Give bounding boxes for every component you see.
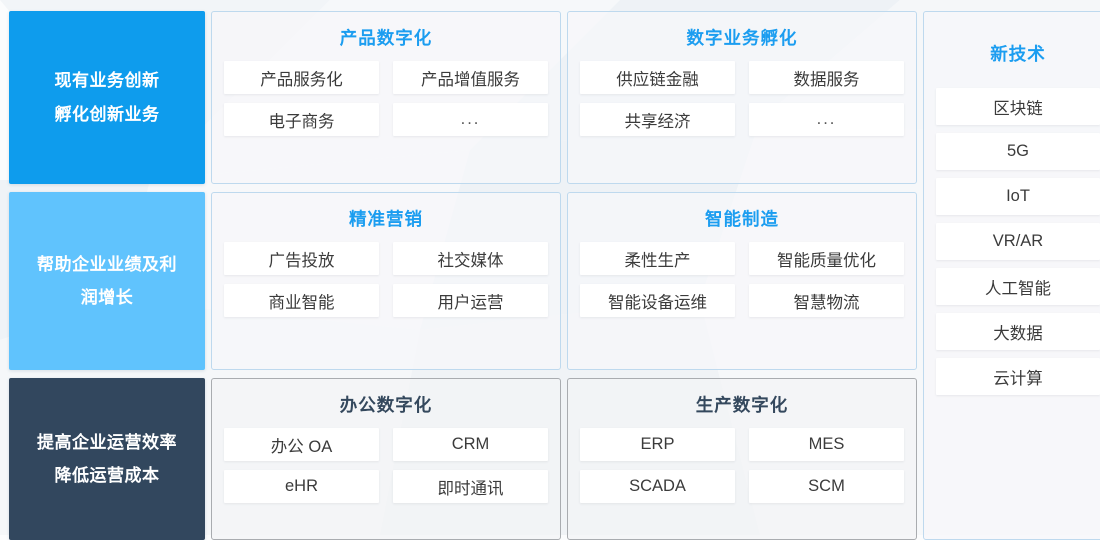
tile[interactable]: ERP (580, 428, 735, 461)
row-label-line: 降低运营成本 (54, 466, 160, 485)
panel-product-digitalization: 产品数字化 产品服务化 产品增值服务 电子商务 ... (211, 11, 561, 184)
row-label-growth: 帮助企业业绩及利 润增长 (9, 192, 205, 370)
tile[interactable]: 办公 OA (224, 428, 379, 461)
tech-item[interactable]: VR/AR (936, 223, 1100, 260)
tech-item[interactable]: 5G (936, 133, 1100, 170)
tech-panel-title: 新技术 (990, 44, 1046, 64)
row-label-innovation: 现有业务创新 孵化创新业务 (9, 11, 205, 184)
tile[interactable]: 智能设备运维 (580, 284, 735, 317)
row-label-efficiency: 提高企业运营效率 降低运营成本 (9, 378, 205, 540)
tile[interactable]: 智慧物流 (749, 284, 904, 317)
tile-grid: 办公 OA CRM eHR 即时通讯 (224, 428, 548, 503)
panel-office-digitalization: 办公数字化 办公 OA CRM eHR 即时通讯 (211, 378, 561, 540)
panel-precision-marketing: 精准营销 广告投放 社交媒体 商业智能 用户运营 (211, 192, 561, 370)
tile[interactable]: 供应链金融 (580, 61, 735, 94)
tile[interactable]: 商业智能 (224, 284, 379, 317)
panel-title: 产品数字化 (339, 28, 433, 48)
tile-grid: 供应链金融 数据服务 共享经济 ... (580, 61, 904, 136)
tech-item[interactable]: IoT (936, 178, 1100, 215)
panel-new-technologies: 新技术 区块链 5G IoT VR/AR 人工智能 大数据 云计算 (923, 11, 1100, 540)
tile[interactable]: 产品服务化 (224, 61, 379, 94)
tile[interactable]: 社交媒体 (393, 242, 548, 275)
tile-grid: ERP MES SCADA SCM (580, 428, 904, 503)
panel-title: 精准营销 (349, 209, 423, 229)
panel-title: 智能制造 (705, 209, 779, 229)
row-label-line: 润增长 (80, 288, 134, 307)
panel-title: 生产数字化 (695, 395, 789, 415)
tile[interactable]: 广告投放 (224, 242, 379, 275)
tile[interactable]: 共享经济 (580, 103, 735, 136)
tile[interactable]: 数据服务 (749, 61, 904, 94)
tile[interactable]: 即时通讯 (393, 470, 548, 503)
digital-transformation-board: 现有业务创新 孵化创新业务 产品数字化 产品服务化 产品增值服务 电子商务 ..… (0, 0, 1100, 540)
tile-more[interactable]: ... (749, 103, 904, 136)
panel-title: 数字业务孵化 (686, 28, 798, 48)
tile[interactable]: 用户运营 (393, 284, 548, 317)
tile[interactable]: MES (749, 428, 904, 461)
tech-item[interactable]: 云计算 (936, 358, 1100, 395)
tech-item[interactable]: 区块链 (936, 88, 1100, 125)
tile[interactable]: 产品增值服务 (393, 61, 548, 94)
tile-grid: 柔性生产 智能质量优化 智能设备运维 智慧物流 (580, 242, 904, 317)
row-label-line: 帮助企业业绩及利 (37, 254, 177, 274)
row-label-line: 现有业务创新 (54, 71, 160, 91)
row-label-line: 孵化创新业务 (54, 104, 160, 124)
tech-list: 区块链 5G IoT VR/AR 人工智能 大数据 云计算 (936, 88, 1100, 527)
tech-item[interactable]: 人工智能 (936, 268, 1100, 305)
tile-grid: 广告投放 社交媒体 商业智能 用户运营 (224, 242, 548, 317)
tile[interactable]: SCADA (580, 470, 735, 503)
panel-production-digitalization: 生产数字化 ERP MES SCADA SCM (567, 378, 917, 540)
tile[interactable]: SCM (749, 470, 904, 503)
tile[interactable]: CRM (393, 428, 548, 461)
panel-intelligent-manufacturing: 智能制造 柔性生产 智能质量优化 智能设备运维 智慧物流 (567, 192, 917, 370)
tile-more[interactable]: ... (393, 103, 548, 136)
panel-title: 办公数字化 (339, 395, 433, 415)
row-label-line: 提高企业运营效率 (37, 432, 177, 452)
tile[interactable]: 柔性生产 (580, 242, 735, 275)
tile[interactable]: 电子商务 (224, 103, 379, 136)
tech-item[interactable]: 大数据 (936, 313, 1100, 350)
tile[interactable]: 智能质量优化 (749, 242, 904, 275)
tile-grid: 产品服务化 产品增值服务 电子商务 ... (224, 61, 548, 136)
panel-digital-business-incubation: 数字业务孵化 供应链金融 数据服务 共享经济 ... (567, 11, 917, 184)
tile[interactable]: eHR (224, 470, 379, 503)
